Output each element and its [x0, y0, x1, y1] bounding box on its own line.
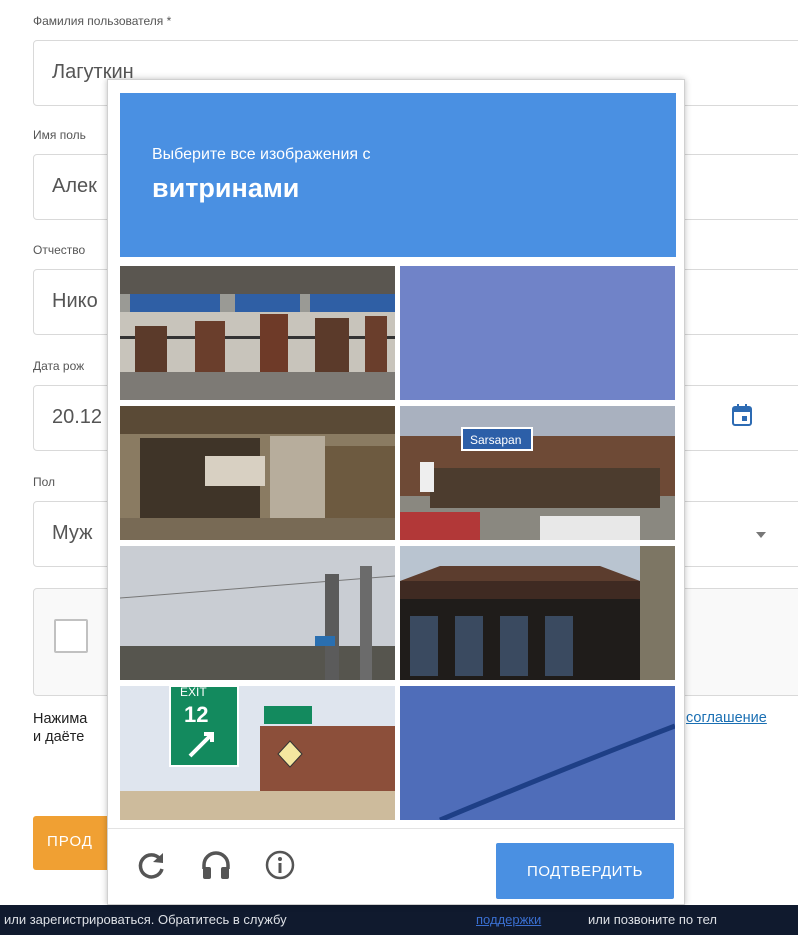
captcha-keyword: витринами [152, 173, 300, 203]
chevron-down-icon [756, 532, 766, 538]
firstname-label: Имя поль [33, 128, 86, 142]
captcha-footer: ПОДТВЕРДИТЬ [108, 828, 684, 905]
footer-bar: или зарегистрироваться. Обратитесь в слу… [0, 905, 798, 935]
footer-text: или зарегистрироваться. Обратитесь в слу… [4, 912, 287, 927]
agreement-link[interactable]: соглашение [686, 710, 767, 726]
captcha-tile-6[interactable] [400, 546, 675, 680]
verify-button[interactable]: ПОДТВЕРДИТЬ [496, 843, 674, 899]
exit-sign-text: EXIT [180, 686, 207, 699]
agreement-line-2: и даёте [33, 729, 85, 745]
info-icon[interactable] [264, 849, 296, 886]
captcha-challenge: Выберите все изображения с витринами Sar… [107, 79, 685, 905]
captcha-header: Выберите все изображения с витринами [120, 93, 676, 257]
gender-value: Муж [52, 522, 93, 544]
gender-label: Пол [33, 475, 56, 489]
birthdate-label: Дата рож [33, 359, 85, 373]
captcha-tile-8[interactable] [400, 686, 675, 820]
agreement-text: Нажима и даёте [33, 710, 87, 746]
shop-sign-text: Sarsapan [470, 433, 521, 447]
captcha-tile-7[interactable]: EXIT 12 [120, 686, 395, 820]
calendar-icon[interactable] [732, 404, 752, 431]
patronymic-label: Отчество [33, 243, 86, 257]
lastname-label: Фамилия пользователя * [33, 14, 172, 28]
recaptcha-checkbox[interactable] [54, 619, 88, 653]
firstname-value: Алек [52, 175, 97, 197]
birthdate-value: 20.12 [52, 406, 103, 428]
exit-number-text: 12 [184, 702, 208, 727]
patronymic-value: Нико [52, 290, 98, 312]
support-link[interactable]: поддержки [476, 912, 541, 927]
captcha-instruction: Выберите все изображения с [152, 146, 371, 163]
captcha-tile-4[interactable]: Sarsapan [400, 406, 675, 540]
footer-text-after: или позвоните по тел [588, 912, 717, 927]
reload-icon[interactable] [136, 849, 168, 886]
captcha-tile-2[interactable] [400, 266, 675, 400]
headphones-icon[interactable] [200, 849, 232, 886]
captcha-tile-5[interactable] [120, 546, 395, 680]
continue-label: ПРОД [47, 833, 93, 850]
captcha-tile-1[interactable] [120, 266, 395, 400]
agreement-line-1: Нажима [33, 711, 88, 727]
captcha-tile-3[interactable] [120, 406, 395, 540]
